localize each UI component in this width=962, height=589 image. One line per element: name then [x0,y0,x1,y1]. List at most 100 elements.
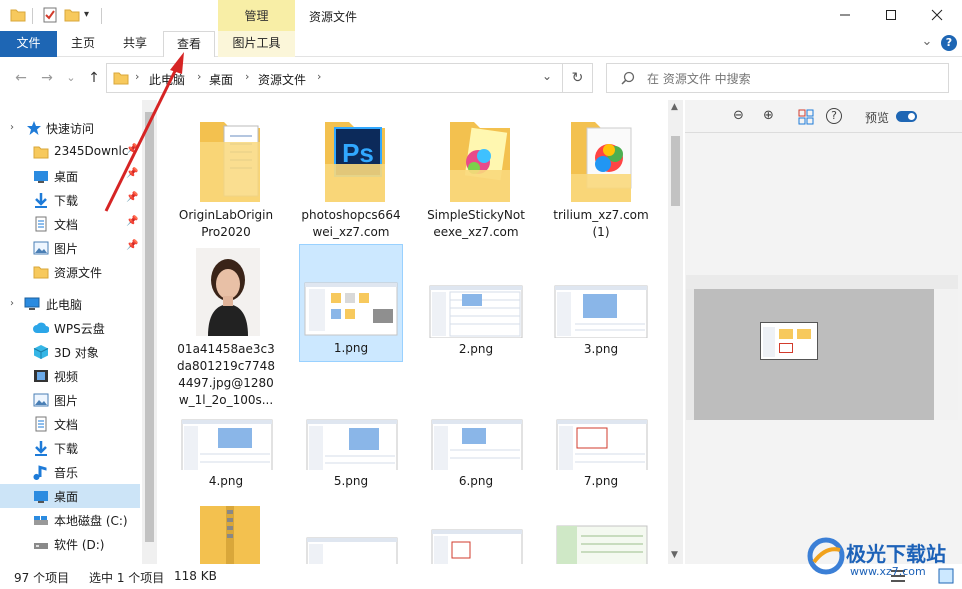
preview-help-icon[interactable]: ? [826,108,842,124]
file-item[interactable]: 3.png [549,246,653,358]
properties-icon[interactable] [42,7,58,25]
file-item[interactable]: 2.png [424,246,528,358]
cloud-icon [33,320,50,336]
sidebar-item-2345downloads[interactable]: 2345Downlc 📌 [0,140,140,164]
file-list: OriginLabOriginPro2020 Ps photoshopcs664… [160,100,667,564]
up-button[interactable]: ↑ [85,69,103,87]
search-box[interactable] [606,63,949,93]
sidebar-item-3d-objects[interactable]: 3D 对象 [0,340,140,364]
sidebar-item-videos[interactable]: 视频 [0,364,140,388]
file-name: trilium_xz7.com (1) [553,208,649,239]
sidebar-item-resource-files[interactable]: 资源文件 [0,260,140,284]
context-tab-manage[interactable]: 管理 [218,0,295,31]
close-button[interactable] [914,0,960,30]
breadcrumb-resource-files[interactable]: 资源文件 [258,71,306,88]
new-folder-icon[interactable] [64,7,80,25]
address-dropdown-icon[interactable]: ⌄ [542,69,552,83]
zoom-out-icon[interactable]: ⊖ [733,108,744,126]
minimize-button[interactable] [822,0,868,30]
file-item[interactable] [424,502,528,564]
file-name: SimpleStickyNoteexe_xz7.com [427,208,525,239]
selection-size: 118 KB [174,569,217,583]
sidebar-item-pictures[interactable]: 图片 [0,388,140,412]
folder-icon[interactable] [10,7,26,25]
file-name: 4.png [208,474,244,488]
recent-locations-button[interactable]: ⌄ [62,69,80,87]
file-name: 01a41458ae3c3da801219c77484497.jpg@1280w… [177,342,275,407]
zoom-in-icon[interactable]: ⊕ [763,108,774,126]
file-item[interactable]: trilium_xz7.com (1) [549,112,653,241]
file-name: OriginLabOriginPro2020 [178,208,274,239]
tab-home[interactable]: 主页 [57,31,109,57]
tab-share[interactable]: 共享 [109,31,161,57]
file-item[interactable]: 1.png [299,244,403,362]
divider [101,8,102,24]
breadcrumb-desktop[interactable]: 桌面 [209,71,233,88]
refresh-button[interactable]: ↻ [563,63,593,93]
sidebar-item-pictures-pinned[interactable]: 图片 📌 [0,236,140,260]
file-item[interactable]: 7.png [549,400,653,490]
chevron-down-icon[interactable]: ⌄ [918,34,936,52]
preview-dialog-item [797,329,811,339]
grid-view-icon[interactable] [798,109,814,127]
sidebar-item-quick-access[interactable]: › 快速访问 [0,116,140,140]
sidebar-item-documents[interactable]: 文档 [0,412,140,436]
scroll-down-icon[interactable]: ▼ [671,550,678,560]
customize-toolbar-icon[interactable]: ▾ [84,9,89,27]
preview-toggle[interactable] [896,111,917,122]
breadcrumb-this-pc[interactable]: 此电脑 [149,71,185,88]
scroll-up-icon[interactable]: ▲ [671,102,678,112]
sidebar-item-local-disk-c[interactable]: 本地磁盘 (C:) [0,508,140,532]
sidebar-item-downloads[interactable]: 下载 [0,436,140,460]
search-input[interactable] [647,70,937,88]
screenshot-thumbnail [431,529,523,564]
folder-icon [571,122,632,202]
expand-arrow-icon[interactable]: › [10,122,26,138]
file-item[interactable]: 6.png [424,400,528,490]
file-item[interactable]: SimpleStickyNoteexe_xz7.com [424,112,528,241]
forward-button[interactable]: → [38,69,56,87]
preview-right-panel [934,289,958,420]
maximize-button[interactable] [868,0,914,30]
breadcrumb-separator[interactable]: › [135,70,139,83]
breadcrumb-separator[interactable]: › [245,70,249,83]
file-item[interactable] [174,502,278,564]
sidebar-item-desktop[interactable]: 桌面 [0,484,140,508]
content-scrollbar[interactable]: ▲ ▼ [668,100,683,564]
tab-picture-tools[interactable]: 图片工具 [218,31,295,57]
file-item[interactable] [549,502,653,564]
preview-toolbar-strip [686,275,958,289]
sidebar-item-music[interactable]: 音乐 [0,460,140,484]
divider [685,132,962,133]
screenshot-thumbnail [431,419,523,473]
file-item[interactable]: 5.png [299,400,403,490]
sidebar-scrollbar[interactable] [142,100,157,564]
file-item[interactable]: 4.png [174,400,278,490]
address-bar[interactable]: › 此电脑 › 桌面 › 资源文件 › ⌄ [106,63,563,93]
scrollbar-thumb[interactable] [145,112,154,542]
sidebar-item-software-d[interactable]: 软件 (D:) [0,532,140,556]
watermark-url: www.xz7.com [850,565,926,578]
file-item[interactable] [299,502,403,564]
help-icon[interactable]: ? [941,35,957,51]
breadcrumb-separator[interactable]: › [197,70,201,83]
large-icons-view-icon[interactable] [938,568,954,587]
sidebar-item-this-pc[interactable]: › 此电脑 [0,292,140,316]
sidebar-item-downloads-pinned[interactable]: 下载 📌 [0,188,140,212]
tab-file[interactable]: 文件 [0,31,57,57]
screenshot-thumbnail [556,525,648,564]
file-item[interactable]: OriginLabOriginPro2020 [174,112,278,241]
sidebar-item-wps-cloud[interactable]: WPS云盘 [0,316,140,340]
back-button[interactable]: ← [12,69,30,87]
sidebar-item-desktop-pinned[interactable]: 桌面 📌 [0,164,140,188]
preview-dialog [760,322,818,360]
file-item[interactable]: 01a41458ae3c3da801219c77484497.jpg@1280w… [174,246,278,409]
scrollbar-thumb[interactable] [671,136,680,206]
item-count: 97 个项目 [14,571,70,585]
tab-view[interactable]: 查看 [163,31,215,57]
screenshot-thumbnail [181,419,273,473]
file-item[interactable]: Ps photoshopcs664wei_xz7.com [299,112,403,241]
breadcrumb-separator[interactable]: › [317,70,321,83]
sidebar-item-documents-pinned[interactable]: 文档 📌 [0,212,140,236]
folder-icon [450,122,510,202]
